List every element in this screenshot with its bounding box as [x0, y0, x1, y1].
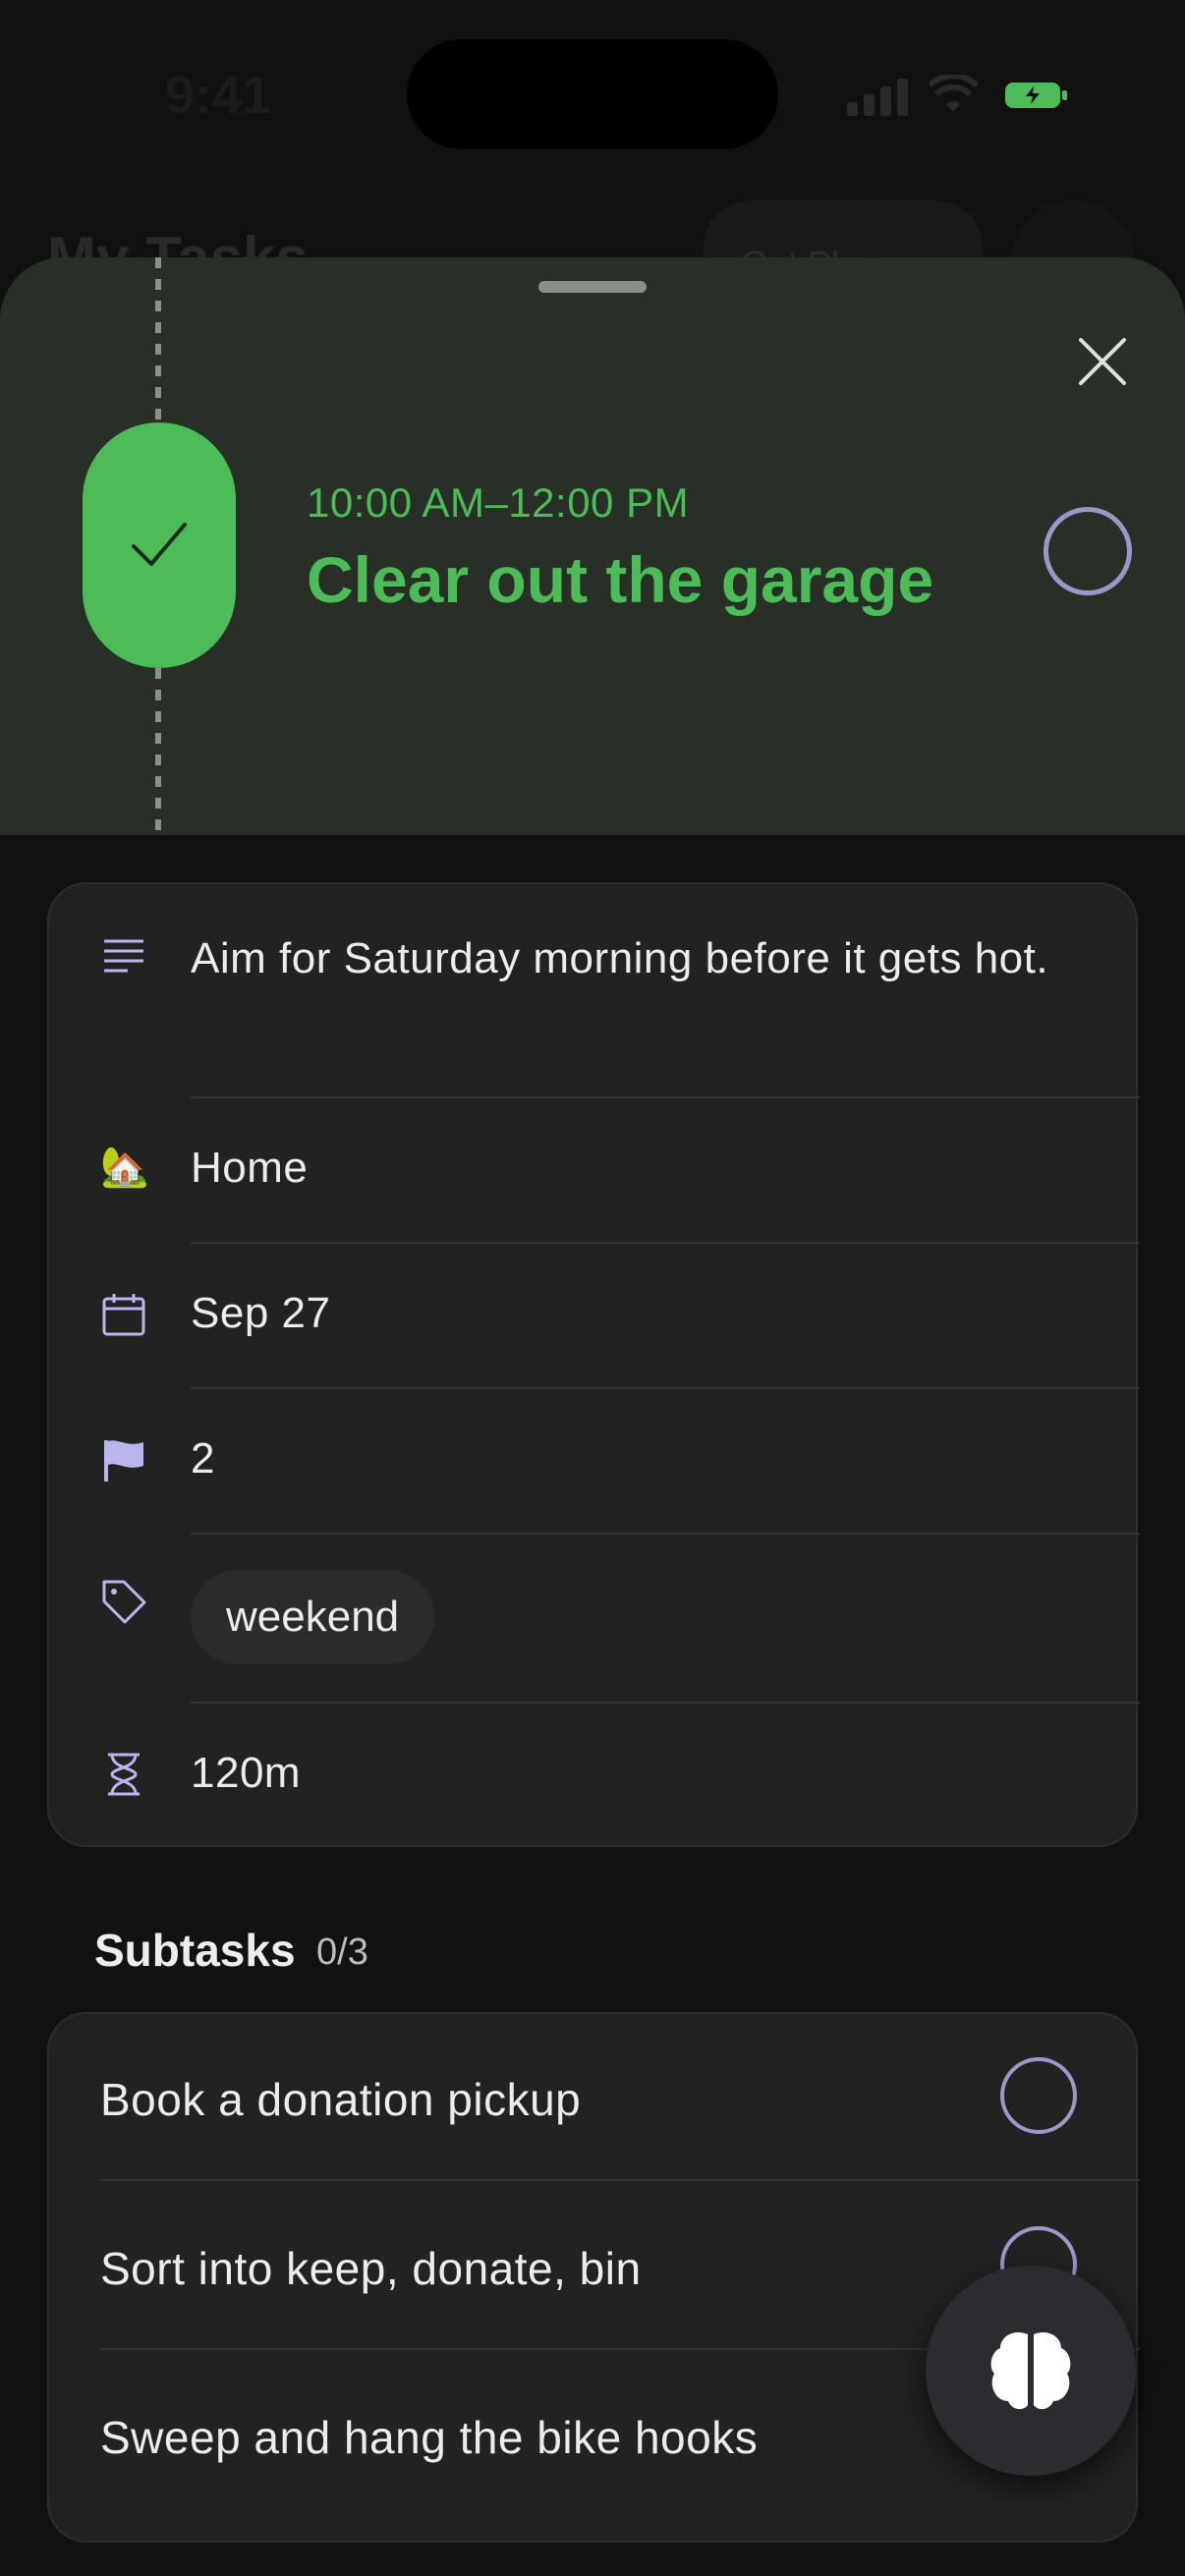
notes-icon [104, 939, 143, 973]
battery-icon [1005, 83, 1067, 108]
wifi-icon [929, 75, 978, 112]
task-detail-sheet: 10:00 AM–12:00 PM Clear out the garage A… [0, 257, 1185, 2576]
description-row[interactable]: Aim for Saturday morning before it gets … [49, 884, 1140, 1100]
subtasks-heading: Subtasks [94, 1925, 296, 1976]
duration-row[interactable]: 120m [49, 1704, 1140, 1849]
duration-value: 120m [191, 1749, 302, 1797]
tag-icon [102, 1580, 146, 1624]
subtasks-count: 0/3 [316, 1932, 368, 1973]
subtask-item[interactable]: Book a donation pickup [49, 2014, 1140, 2181]
dynamic-island [407, 39, 778, 149]
task-header: 10:00 AM–12:00 PM Clear out the garage [0, 257, 1185, 835]
task-status-pill[interactable] [83, 422, 236, 668]
subtask-label: Sort into keep, donate, bin [100, 2243, 642, 2294]
subtask-checkbox[interactable] [1000, 2057, 1077, 2134]
task-details-card: Aim for Saturday morning before it gets … [47, 882, 1140, 1849]
brain-icon [990, 2331, 1071, 2410]
priority-row[interactable]: 2 [49, 1389, 1140, 1535]
check-icon [132, 523, 187, 566]
subtask-label: Book a donation pickup [100, 2074, 582, 2125]
date-row[interactable]: Sep 27 [49, 1244, 1140, 1389]
task-description: Aim for Saturday morning before it gets … [191, 934, 1049, 982]
task-time-range: 10:00 AM–12:00 PM [307, 479, 690, 526]
task-title[interactable]: Clear out the garage [307, 542, 933, 617]
subtask-label: Sweep and hang the bike hooks [100, 2412, 759, 2463]
status-time: 9:41 [165, 66, 272, 125]
flag-icon [104, 1440, 143, 1482]
due-date: Sep 27 [191, 1289, 331, 1337]
tag-chip[interactable]: weekend [191, 1570, 435, 1664]
subtasks-card: Book a donation pickup Sort into keep, d… [47, 2012, 1140, 2543]
sheet-grabber[interactable] [538, 281, 647, 293]
close-icon[interactable] [1067, 326, 1138, 397]
priority-value: 2 [191, 1434, 215, 1483]
divider [100, 2179, 1140, 2181]
house-icon: 🏡 [100, 1146, 149, 1189]
calendar-icon [102, 1294, 145, 1336]
status-bar: 9:41 [0, 0, 1185, 196]
tag-row[interactable]: weekend [49, 1535, 1140, 1704]
task-complete-toggle[interactable] [1044, 507, 1132, 595]
project-name: Home [191, 1144, 309, 1192]
ai-assistant-button[interactable] [926, 2266, 1136, 2476]
project-row[interactable]: 🏡 Home [49, 1098, 1140, 1244]
signal-icon [847, 79, 910, 116]
hourglass-icon [108, 1753, 140, 1796]
